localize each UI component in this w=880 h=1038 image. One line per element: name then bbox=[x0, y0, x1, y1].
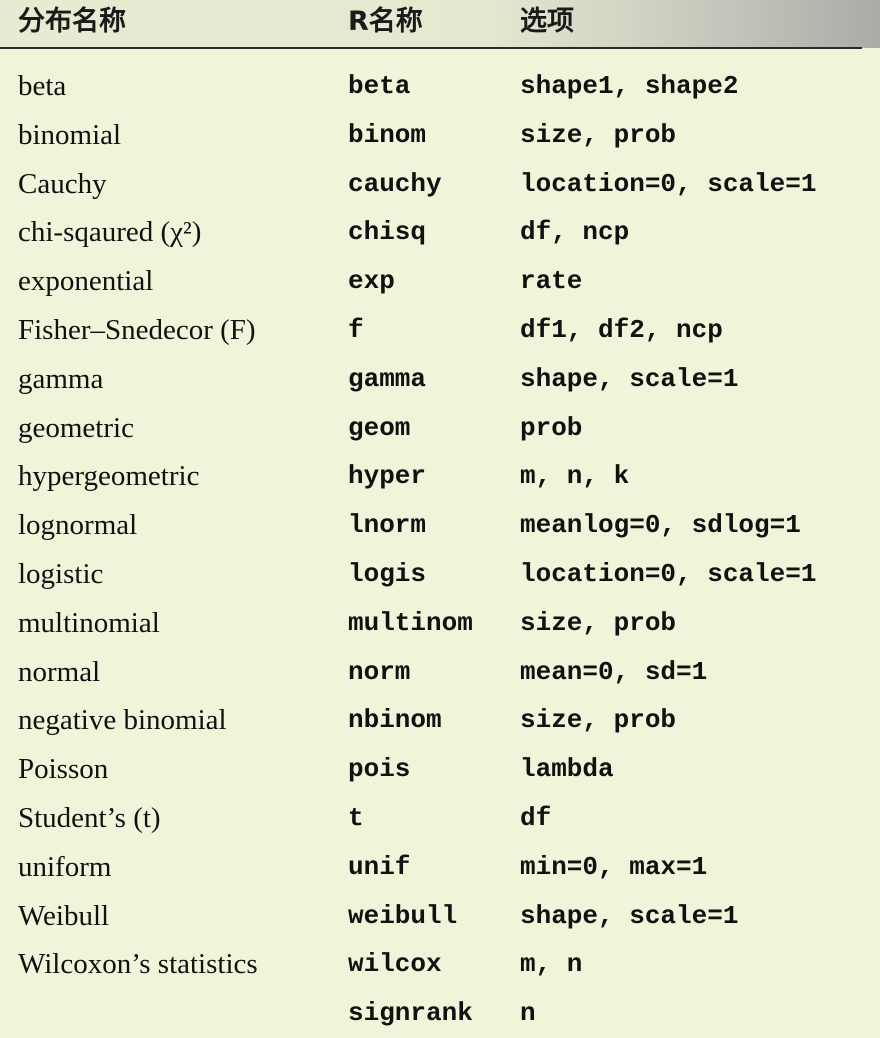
options: location=0, scale=1 bbox=[520, 168, 817, 199]
distribution-name: hypergeometric bbox=[18, 460, 200, 493]
table-row: Fisher–Snedecor (F) f df1, df2, ncp bbox=[0, 306, 880, 355]
options: rate bbox=[520, 266, 583, 297]
distribution-name: chi-sqaured (χ²) bbox=[18, 216, 202, 249]
options: m, n, k bbox=[520, 461, 630, 492]
r-name: unif bbox=[348, 851, 411, 882]
r-name: signrank bbox=[348, 998, 473, 1029]
table-row: Poisson pois lambda bbox=[0, 745, 880, 794]
options: size, prob bbox=[520, 607, 677, 638]
table-row: exponential exp rate bbox=[0, 257, 880, 306]
table-row: Student’s (t) t df bbox=[0, 794, 880, 843]
r-name: geom bbox=[348, 412, 411, 443]
table-row: multinomial multinom size, prob bbox=[0, 599, 880, 648]
options: meanlog=0, sdlog=1 bbox=[520, 510, 801, 541]
distribution-name: uniform bbox=[18, 850, 112, 883]
distribution-name: Fisher–Snedecor (F) bbox=[18, 313, 256, 346]
options: shape, scale=1 bbox=[520, 900, 739, 931]
distribution-name: logistic bbox=[18, 557, 104, 590]
r-name: cauchy bbox=[348, 168, 442, 199]
distribution-name: lognormal bbox=[18, 509, 138, 542]
distribution-name: exponential bbox=[18, 265, 154, 298]
options: size, prob bbox=[520, 705, 677, 736]
r-name: hyper bbox=[348, 461, 427, 492]
table-row: normal norm mean=0, sd=1 bbox=[0, 648, 880, 697]
r-name: exp bbox=[348, 266, 395, 297]
table-body: beta beta shape1, shape2 binomial binom size… bbox=[0, 62, 880, 1038]
options: df bbox=[520, 802, 552, 833]
options: m, n bbox=[520, 949, 583, 980]
r-name: nbinom bbox=[348, 705, 442, 736]
distribution-name: multinomial bbox=[18, 606, 160, 639]
table-header: 分布名称 R名称 选项 bbox=[0, 0, 880, 48]
header-r-name: R名称 bbox=[348, 6, 423, 37]
options: lambda bbox=[520, 754, 614, 785]
table-row: gamma gamma shape, scale=1 bbox=[0, 355, 880, 404]
options: df, ncp bbox=[520, 217, 630, 248]
r-name: chisq bbox=[348, 217, 427, 248]
distribution-table-page: 分布名称 R名称 选项 beta beta shape1, shape2 binom… bbox=[0, 0, 880, 1038]
table-row: uniform unif min=0, max=1 bbox=[0, 843, 880, 892]
table-row: negative binomial nbinom size, prob bbox=[0, 696, 880, 745]
header-distribution-name: 分布名称 bbox=[18, 6, 126, 37]
table-row: binomial binom size, prob bbox=[0, 111, 880, 160]
r-name: weibull bbox=[348, 900, 458, 931]
options: shape1, shape2 bbox=[520, 71, 739, 101]
r-name: lnorm bbox=[348, 510, 427, 541]
r-name: logis bbox=[348, 558, 427, 589]
distribution-name: Weibull bbox=[18, 899, 110, 932]
table-row: chi-sqaured (χ²) chisq df, ncp bbox=[0, 208, 880, 257]
options: n bbox=[520, 998, 536, 1029]
distribution-name: Cauchy bbox=[18, 167, 107, 200]
options: mean=0, sd=1 bbox=[520, 656, 708, 687]
header-rule bbox=[0, 47, 862, 49]
distribution-name: Student’s (t) bbox=[18, 801, 161, 834]
table-row: hypergeometric hyper m, n, k bbox=[0, 452, 880, 501]
distribution-name: geometric bbox=[18, 411, 134, 444]
r-name: beta bbox=[348, 71, 411, 101]
table-row: signrank n bbox=[0, 989, 880, 1038]
distribution-name: binomial bbox=[18, 118, 122, 151]
r-name: wilcox bbox=[348, 949, 442, 980]
table-row: Wilcoxon’s statistics wilcox m, n bbox=[0, 940, 880, 989]
r-name: pois bbox=[348, 754, 411, 785]
table-row: Weibull weibull shape, scale=1 bbox=[0, 892, 880, 941]
table-row: Cauchy cauchy location=0, scale=1 bbox=[0, 160, 880, 209]
options: size, prob bbox=[520, 119, 677, 150]
distribution-name: gamma bbox=[18, 362, 104, 395]
table-row: geometric geom prob bbox=[0, 404, 880, 453]
table-row: logistic logis location=0, scale=1 bbox=[0, 550, 880, 599]
options: shape, scale=1 bbox=[520, 363, 739, 394]
distribution-name: beta bbox=[18, 70, 67, 102]
table-row: lognormal lnorm meanlog=0, sdlog=1 bbox=[0, 501, 880, 550]
distribution-name: Poisson bbox=[18, 753, 109, 786]
table-row: beta beta shape1, shape2 bbox=[0, 62, 880, 111]
r-name: binom bbox=[348, 119, 427, 150]
r-name: gamma bbox=[348, 363, 427, 394]
distribution-name: negative binomial bbox=[18, 704, 227, 737]
options: df1, df2, ncp bbox=[520, 314, 723, 345]
options: prob bbox=[520, 412, 583, 443]
r-name: t bbox=[348, 802, 364, 833]
r-name: f bbox=[348, 314, 364, 345]
r-name: norm bbox=[348, 656, 411, 687]
r-name: multinom bbox=[348, 607, 473, 638]
header-options: 选项 bbox=[520, 6, 574, 37]
distribution-name: normal bbox=[18, 655, 101, 688]
options: location=0, scale=1 bbox=[520, 558, 817, 589]
distribution-name: Wilcoxon’s statistics bbox=[18, 948, 258, 981]
options: min=0, max=1 bbox=[520, 851, 708, 882]
